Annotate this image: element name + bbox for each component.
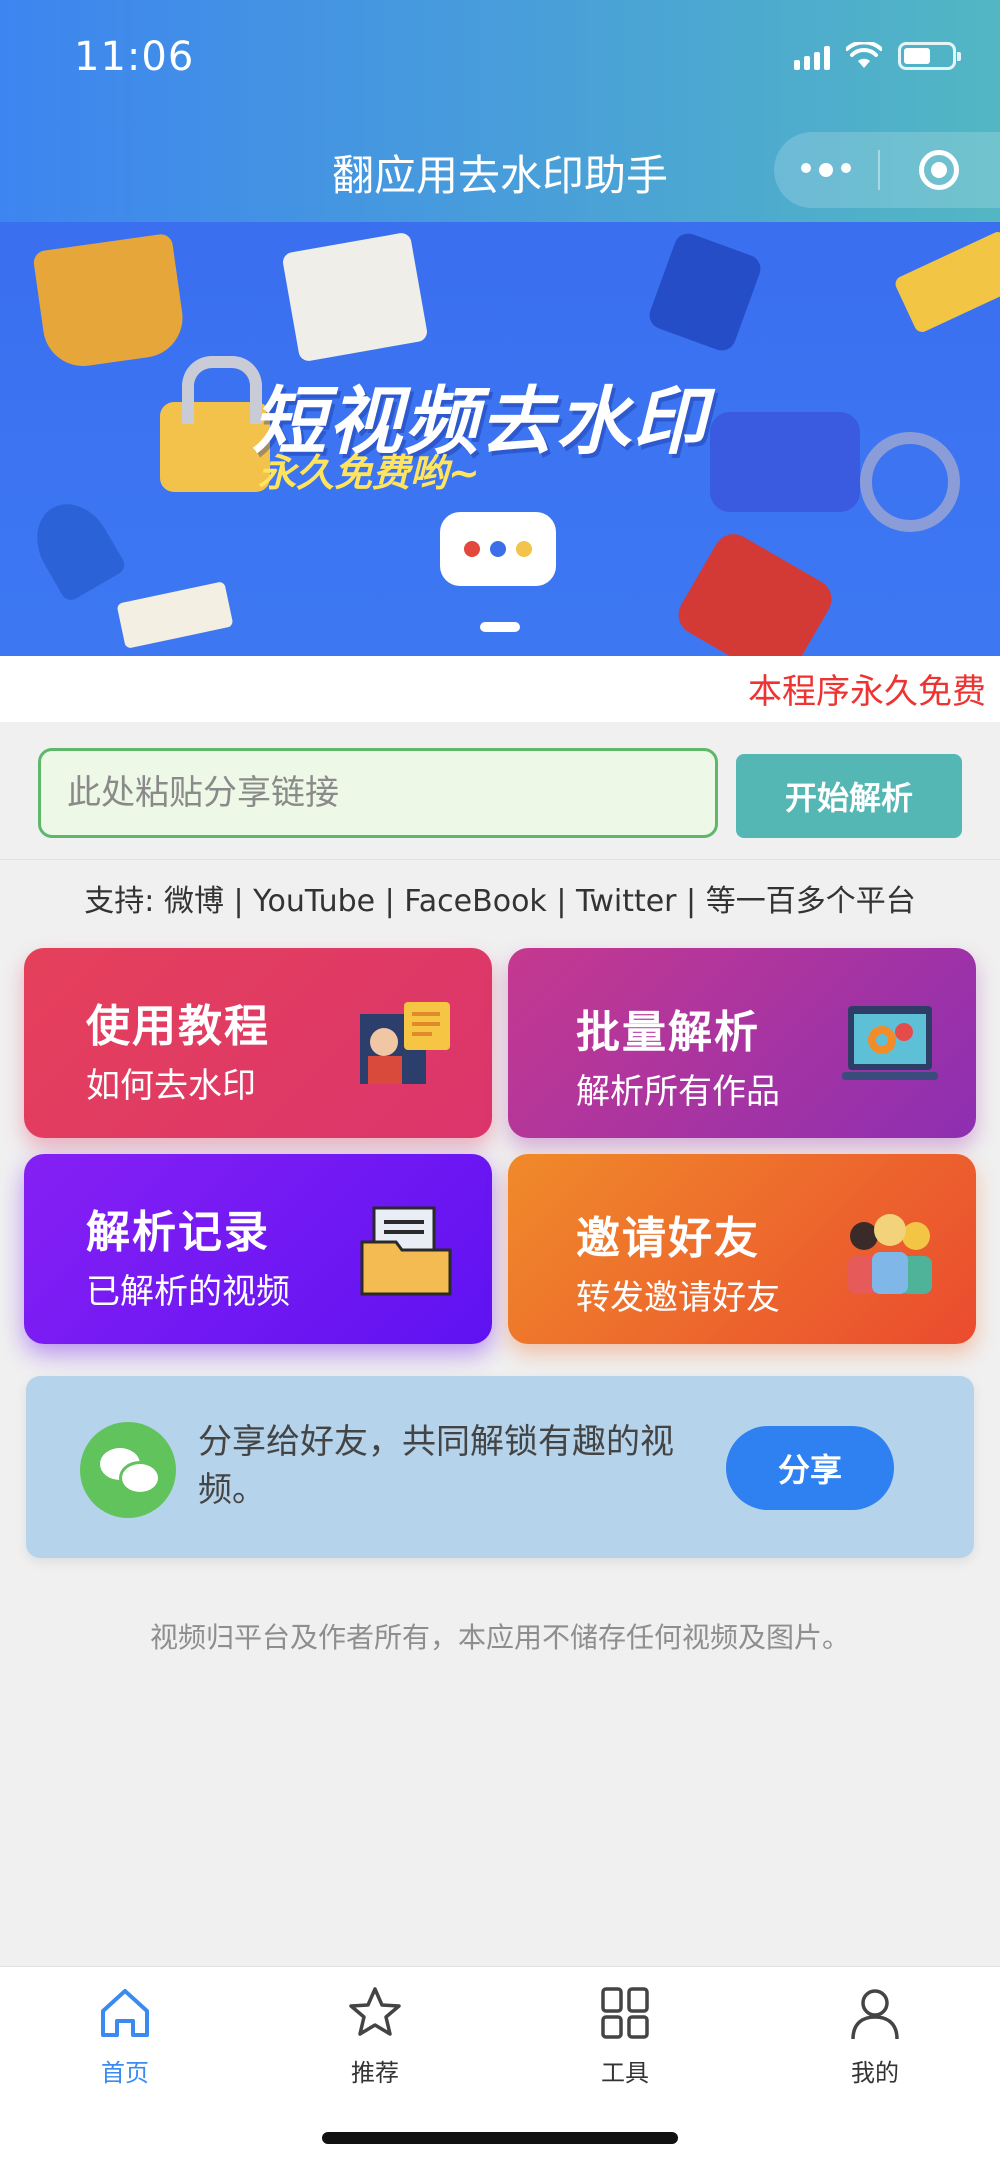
- keyboard-decoration: [892, 229, 1000, 335]
- tab-label: 推荐: [351, 2059, 399, 2087]
- start-parse-button[interactable]: 开始解析: [736, 754, 962, 838]
- status-icons: [794, 42, 961, 70]
- close-target-icon[interactable]: [880, 150, 998, 190]
- pot-decoration: [32, 232, 188, 372]
- tube-decoration: [671, 526, 839, 656]
- link-input-row: 开始解析: [0, 722, 1000, 860]
- banner-subtitle: 永久免费哟~: [258, 451, 480, 495]
- card-title: 使用教程: [86, 1001, 270, 1052]
- tab-mine[interactable]: 我的: [805, 1983, 945, 2088]
- tab-recommend[interactable]: 推荐: [305, 1983, 445, 2088]
- teacher-icon: [360, 1002, 450, 1084]
- card-subtitle: 转发邀请好友: [576, 1278, 780, 1318]
- chat-bubble-decoration: [440, 512, 556, 586]
- cylinder-decoration: [645, 229, 765, 355]
- batch-parse-card[interactable]: 批量解析 解析所有作品: [508, 948, 976, 1138]
- book-decoration: [116, 581, 234, 649]
- wifi-icon: [846, 42, 882, 68]
- share-button[interactable]: 分享: [726, 1426, 894, 1510]
- signal-icon: [794, 42, 830, 70]
- folder-icon: [360, 1206, 452, 1296]
- card-title: 批量解析: [576, 1007, 760, 1058]
- tab-label: 工具: [601, 2059, 649, 2087]
- keys-decoration: [860, 432, 960, 532]
- share-box: 分享给好友，共同解锁有趣的视频。 分享: [26, 1376, 974, 1558]
- books-decoration: [281, 231, 429, 363]
- lamp-decoration: [22, 490, 128, 604]
- card-title: 邀请好友: [576, 1213, 760, 1264]
- car-decoration: [710, 412, 860, 512]
- free-notice: 本程序永久免费: [748, 672, 986, 712]
- people-icon: [848, 1214, 932, 1294]
- history-card[interactable]: 解析记录 已解析的视频: [24, 1154, 492, 1344]
- status-time: 11:06: [74, 34, 195, 80]
- free-notice-strip: 本程序永久免费: [0, 656, 1000, 722]
- tab-tools[interactable]: 工具: [555, 1983, 695, 2088]
- disclaimer-text: 视频归平台及作者所有，本应用不储存任何视频及图片。: [149, 1621, 850, 1654]
- miniprogram-capsule: [774, 132, 1000, 208]
- battery-icon: [898, 42, 961, 70]
- card-subtitle: 解析所有作品: [576, 1072, 780, 1112]
- tab-label: 首页: [101, 2059, 149, 2087]
- banner[interactable]: 短视频去水印 永久免费哟~: [0, 222, 1000, 656]
- support-platforms-text: 支持: 微博 | YouTube | FaceBook | Twitter | …: [84, 884, 916, 919]
- card-subtitle: 如何去水印: [86, 1066, 256, 1106]
- home-indicator[interactable]: [322, 2132, 678, 2144]
- tab-home[interactable]: 首页: [55, 1983, 195, 2088]
- tutorial-card[interactable]: 使用教程 如何去水印: [24, 948, 492, 1138]
- home-icon: [101, 1989, 149, 2037]
- tab-label: 我的: [851, 2059, 899, 2087]
- invite-friends-card[interactable]: 邀请好友 转发邀请好友: [508, 1154, 976, 1344]
- wechat-icon: [80, 1422, 176, 1518]
- banner-indicator: [480, 622, 520, 632]
- more-icon[interactable]: [774, 163, 878, 177]
- grid-icon: [601, 1987, 649, 2039]
- card-title: 解析记录: [86, 1207, 270, 1258]
- share-link-input[interactable]: [38, 748, 718, 838]
- header: 11:06 翻应用去水印助手: [0, 0, 1000, 222]
- card-subtitle: 已解析的视频: [86, 1272, 290, 1312]
- laptop-gears-icon: [842, 1006, 938, 1080]
- user-icon: [851, 1989, 899, 2040]
- share-prompt-text: 分享给好友，共同解锁有趣的视频。: [198, 1422, 674, 1510]
- star-icon: [349, 1987, 401, 2036]
